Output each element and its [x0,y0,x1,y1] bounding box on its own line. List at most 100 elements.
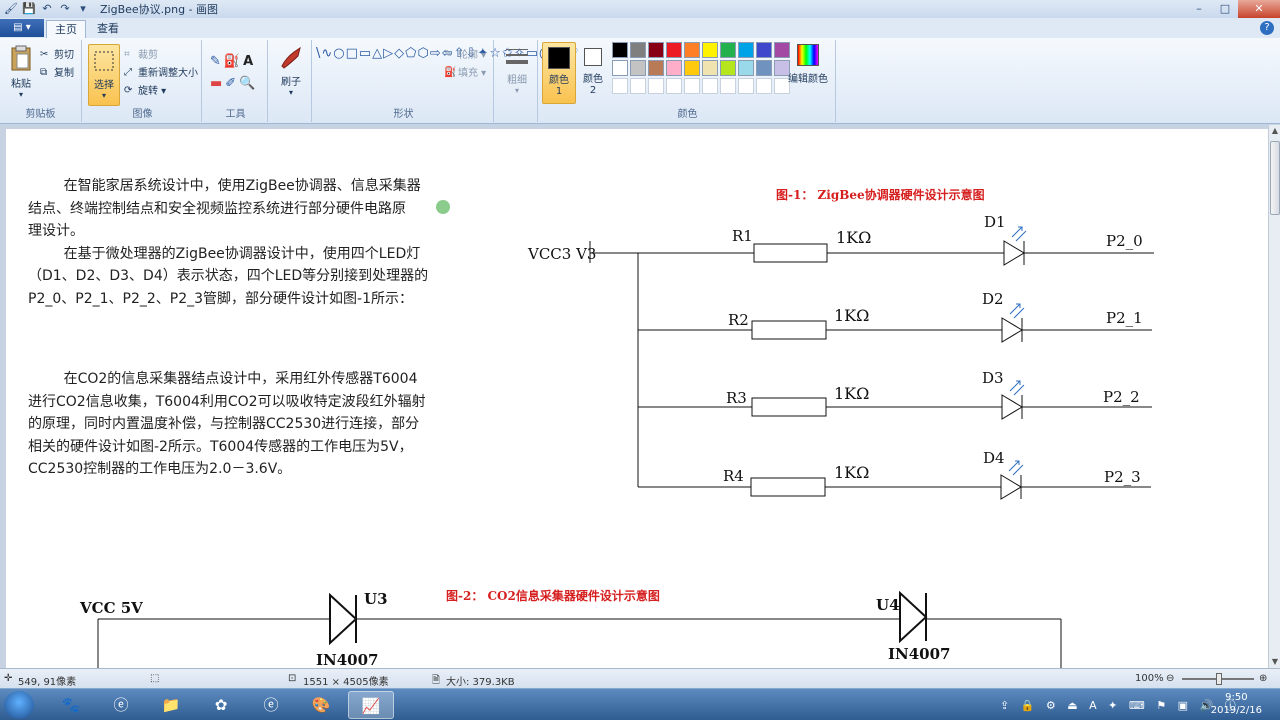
paste-dropdown-icon[interactable]: ▾ [6,90,36,99]
taskbar: 🐾 ⓔ 📁 ✿ ⓔ 🎨 📈 ⇪ 🔒 ⚙ ⏏ A ✦ ⌨ ⚑ ▣ 🔊 ⓘ 9:50… [0,688,1280,720]
color-picker-icon[interactable]: ✐ [225,76,239,91]
scroll-thumb[interactable] [1270,141,1280,215]
brushes-button[interactable]: 刷子 ▾ [274,44,308,97]
taskbar-baidu-icon[interactable]: 🐾 [48,691,94,719]
size-dropdown-icon[interactable]: ▾ [500,86,534,95]
color-swatch-11[interactable] [612,60,628,76]
color-swatch-16[interactable] [702,60,718,76]
minimize-button[interactable]: – [1186,0,1212,18]
color-swatch-7[interactable] [720,42,736,58]
led-d3-symbol [1001,394,1023,420]
app-menu-button[interactable]: ▤ ▾ [0,19,44,37]
custom-color-slot[interactable] [720,78,736,94]
color-swatch-19[interactable] [756,60,772,76]
vertical-scrollbar[interactable]: ▲ ▼ [1268,125,1280,668]
custom-color-slot[interactable] [702,78,718,94]
paste-button[interactable]: 粘贴 ▾ [6,44,36,99]
taskbar-paint-icon[interactable]: 🎨 [298,691,344,719]
maximize-button[interactable]: □ [1212,0,1238,18]
copy-label: 复制 [54,68,74,79]
canvas-area[interactable]: 在智能家居系统设计中，使用ZigBee协调器、信息采集器 结点、终端控制结点和安… [0,125,1268,668]
d4-label: D4 [983,449,1005,467]
custom-color-slot[interactable] [756,78,772,94]
taskbar-app-icon[interactable]: ✿ [198,691,244,719]
colors-group-label: 颜色 [677,109,698,120]
custom-color-slot[interactable] [684,78,700,94]
scroll-down-icon[interactable]: ▼ [1269,656,1280,668]
tab-view[interactable]: 查看 [88,20,128,38]
close-button[interactable]: ✕ [1238,0,1280,18]
magnifier-icon[interactable]: 🔍 [239,76,258,91]
size-button[interactable]: 粗细 ▾ [500,46,534,95]
crop-button[interactable]: ⌗ 裁剪 [124,46,158,61]
color-swatch-1[interactable] [612,42,628,58]
color-swatch-14[interactable] [666,60,682,76]
eraser-icon[interactable]: ▬ [210,76,225,91]
dropdown-icon[interactable]: ▾ [76,2,90,16]
custom-color-slot[interactable] [666,78,682,94]
edit-colors-button[interactable]: 编辑颜色 [786,42,830,85]
color-swatch-15[interactable] [684,60,700,76]
r2-label: R2 [728,311,749,329]
clock[interactable]: 9:50 2019/2/16 [1211,691,1262,717]
taskbar-active-paint-icon[interactable]: 📈 [348,691,394,719]
start-button[interactable] [4,691,34,719]
zoom-level: 100% [1135,673,1164,684]
color-swatch-2[interactable] [630,42,646,58]
rotate-icon: ⟳ [124,85,133,96]
image-canvas[interactable]: 在智能家居系统设计中，使用ZigBee协调器、信息采集器 结点、终端控制结点和安… [6,129,1268,668]
custom-color-slot[interactable] [612,78,628,94]
pencil-icon[interactable]: ✎ [210,54,224,69]
color-swatch-4[interactable] [666,42,682,58]
shapes-gallery[interactable]: \∿○□▭△▷◇⬠⬡⇨⇦⇧⇩✦☆✩✧▭◯◌♡ [316,46,579,62]
scroll-up-icon[interactable]: ▲ [1269,125,1280,137]
diode1-label: IN4007 [316,651,378,668]
color-swatch-9[interactable] [756,42,772,58]
rainbow-icon [797,44,819,66]
taskbar-ie-icon[interactable]: ⓔ [98,691,144,719]
resistor-r4 [750,477,826,497]
resize-button[interactable]: ⤢ 重新调整大小 [124,64,198,79]
color-swatch-5[interactable] [684,42,700,58]
select-dropdown-icon[interactable]: ▾ [89,91,119,100]
tab-home[interactable]: 主页 [46,20,86,38]
ribbon: 粘贴 ▾ ✂ 剪切 ⧉ 复制 剪贴板 选择 ▾ ⌗ 裁剪 ⤢ 重新调整大小 ⟳ 旋转 ▾ … [0,38,1280,124]
undo-icon[interactable]: ↶ [40,2,54,16]
select-button[interactable]: 选择 ▾ [88,44,120,106]
color-swatch-8[interactable] [738,42,754,58]
custom-color-slot[interactable] [738,78,754,94]
redo-icon[interactable]: ↷ [58,2,72,16]
color-swatch-18[interactable] [738,60,754,76]
custom-color-slot[interactable] [648,78,664,94]
color-swatch-6[interactable] [702,42,718,58]
text-icon[interactable]: A [243,54,256,69]
cut-button[interactable]: ✂ 剪切 [40,46,74,61]
color-swatch-17[interactable] [720,60,736,76]
help-icon[interactable]: ? [1260,21,1274,35]
color-swatch-3[interactable] [648,42,664,58]
r1-value: 1KΩ [836,228,871,247]
image-group: 选择 ▾ ⌗ 裁剪 ⤢ 重新调整大小 ⟳ 旋转 ▾ 图像 [84,40,202,122]
status-bar: ✛ 549, 91像素 ⬚ ⊡ 1551 × 4505像素 🗎 大小: 379.… [0,668,1280,688]
color-swatch-12[interactable] [630,60,646,76]
fill-button[interactable]: ⛽ 填充 ▾ [444,64,486,79]
zoom-slider-thumb[interactable] [1216,673,1222,685]
color-swatch-13[interactable] [648,60,664,76]
resize-icon: ⤢ [124,67,132,78]
taskbar-browser-icon[interactable]: ⓔ [248,691,294,719]
rotate-button[interactable]: ⟳ 旋转 ▾ [124,82,166,97]
custom-color-slot[interactable] [630,78,646,94]
outline-button[interactable]: ✎ 轮廓 ▾ [444,46,486,61]
fill-icon[interactable]: ⛽ [224,54,243,69]
copy-button[interactable]: ⧉ 复制 [40,64,74,79]
brushes-dropdown-icon[interactable]: ▾ [274,88,308,97]
taskbar-explorer-icon[interactable]: 📁 [148,691,194,719]
system-tray[interactable]: ⇪ 🔒 ⚙ ⏏ A ✦ ⌨ ⚑ ▣ 🔊 ⓘ [1000,697,1240,713]
outline-icon: ✎ [444,49,453,60]
cursor-position: 549, 91像素 [18,677,77,688]
save-icon[interactable]: 💾 [22,2,36,16]
clock-time: 9:50 [1225,692,1248,703]
zoom-out-icon[interactable]: ⊖ [1166,673,1174,684]
zoom-in-icon[interactable]: ⊕ [1259,673,1267,684]
led-emission-arrows [1008,226,1027,476]
